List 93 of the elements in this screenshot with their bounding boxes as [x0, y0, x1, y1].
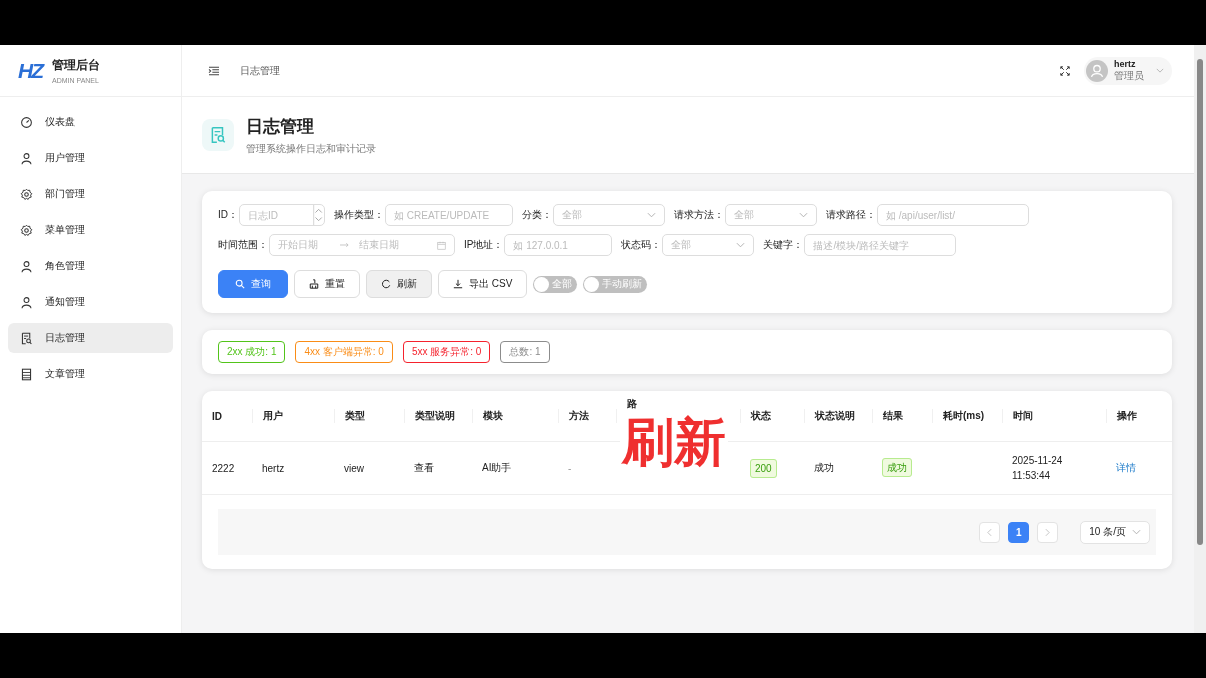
avatar-icon: [1086, 59, 1108, 82]
search-icon: [235, 279, 245, 289]
refresh-icon: [381, 279, 391, 289]
column-header: 路: [627, 398, 637, 409]
sidebar-item[interactable]: 菜单管理: [8, 215, 173, 245]
sidebar-item[interactable]: 日志管理: [8, 323, 173, 353]
fullscreen-icon[interactable]: [1060, 65, 1070, 76]
page-button[interactable]: 1: [1008, 521, 1030, 543]
menu-icon[interactable]: [208, 65, 220, 76]
table-cell: 2222: [212, 462, 235, 474]
column-header: 类型说明: [415, 410, 455, 421]
table-cell: hertz: [262, 462, 285, 474]
column-header: 结果: [883, 410, 903, 421]
input-field[interactable]: 如 CREATE/UPDATE: [385, 204, 513, 226]
column-header: 类型: [345, 410, 365, 421]
filter-label: 时间范围：: [218, 238, 268, 252]
column-header: ID: [212, 410, 222, 422]
action-button[interactable]: 导出 CSV: [438, 270, 528, 298]
status-count-tag: 2xx 成功: 1: [218, 341, 286, 363]
sidebar-item[interactable]: 角色管理: [8, 251, 173, 281]
table-cell: -: [568, 462, 572, 474]
log-page-icon: [202, 119, 234, 151]
column-header: 用户: [263, 410, 283, 421]
calendar-icon: [437, 240, 446, 250]
table-cell: 成功: [814, 462, 834, 473]
column-header: 时间: [1013, 410, 1033, 421]
gauge-icon: [20, 115, 33, 129]
logo: HZ: [18, 58, 42, 83]
clear-icon: [309, 279, 319, 289]
settings-icon: [20, 223, 33, 237]
table-cell-text: 11:53:44: [1012, 470, 1052, 481]
sidebar-item[interactable]: 通知管理: [8, 287, 173, 317]
sidebar-item[interactable]: 部门管理: [8, 179, 173, 209]
document-search-icon: [20, 331, 33, 345]
status-count-tag: 4xx 客户端异常: 0: [295, 341, 393, 363]
chevron-down-icon: [1132, 529, 1141, 535]
video-caption: 刷新: [620, 414, 728, 470]
column-header: 耗时(ms): [943, 410, 985, 421]
column-header: 模块: [483, 410, 503, 421]
details-link[interactable]: 详情: [1116, 462, 1136, 473]
page-subtitle: 管理系统操作日志和审计记录: [246, 141, 376, 156]
filter-label: 操作类型：: [334, 208, 384, 222]
user-icon: [20, 259, 33, 273]
status-code-tag: 200: [750, 458, 777, 478]
table-cell: view: [344, 462, 364, 474]
chevron-right-icon: [1045, 527, 1051, 537]
user-menu[interactable]: hertz 管理员: [1084, 56, 1172, 85]
app-title: 管理后台: [52, 57, 100, 74]
column-header: 状态说明: [815, 410, 855, 421]
status-count-tag: 总数: 1: [500, 341, 550, 363]
chevron-down-icon: [736, 242, 746, 248]
filter-label: 请求方法：: [674, 208, 724, 222]
list-icon: [20, 367, 33, 381]
stepper-icon[interactable]: [312, 205, 324, 225]
input-field[interactable]: 如 /api/user/list/: [877, 204, 1029, 226]
previous-page-button[interactable]: [979, 521, 1001, 543]
action-button[interactable]: 查询: [218, 270, 288, 298]
filter-label: 分类：: [522, 208, 552, 222]
action-button[interactable]: 刷新: [366, 270, 432, 298]
status-count-tag: 5xx 服务异常: 0: [402, 341, 491, 363]
scrollbar-thumb[interactable]: [1197, 59, 1203, 545]
column-header: 状态: [751, 410, 771, 421]
user-icon: [20, 151, 33, 165]
filter-label: 关键字：: [763, 238, 804, 252]
column-header: 操作: [1117, 410, 1137, 421]
page-size-select[interactable]: 10 条/页: [1080, 520, 1150, 544]
filter-label: 状态码：: [621, 238, 662, 252]
chevron-down-icon: [647, 212, 656, 218]
result-tag: 成功: [882, 458, 912, 477]
user-icon: [20, 295, 33, 309]
filter-label: 请求路径：: [826, 208, 876, 222]
sidebar-item[interactable]: 仪表盘: [8, 107, 173, 137]
filter-label: ID：: [218, 208, 238, 222]
user-name: hertz: [1114, 58, 1137, 69]
table-cell-text: 2025-11-24: [1012, 455, 1064, 466]
column-header: 方法: [569, 410, 589, 421]
chevron-down-icon: [1156, 68, 1164, 73]
download-icon: [453, 279, 463, 289]
user-role: 管理员: [1114, 68, 1144, 83]
arrow-right-icon: [340, 242, 349, 248]
table-cell: 查看: [414, 462, 434, 473]
filter-label: IP地址：: [464, 238, 504, 252]
input-field[interactable]: 如 127.0.0.1: [504, 234, 613, 256]
sidebar-item[interactable]: 文章管理: [8, 359, 173, 389]
chevron-down-icon: [799, 212, 808, 218]
sidebar-item[interactable]: 用户管理: [8, 143, 173, 173]
action-button[interactable]: 重置: [294, 270, 360, 298]
table-cell: AI助手: [482, 462, 512, 473]
chevron-left-icon: [987, 527, 993, 537]
page-title: 日志管理: [246, 115, 315, 138]
breadcrumb[interactable]: 日志管理: [240, 63, 280, 78]
next-page-button[interactable]: [1037, 521, 1059, 543]
settings-icon: [20, 187, 33, 201]
